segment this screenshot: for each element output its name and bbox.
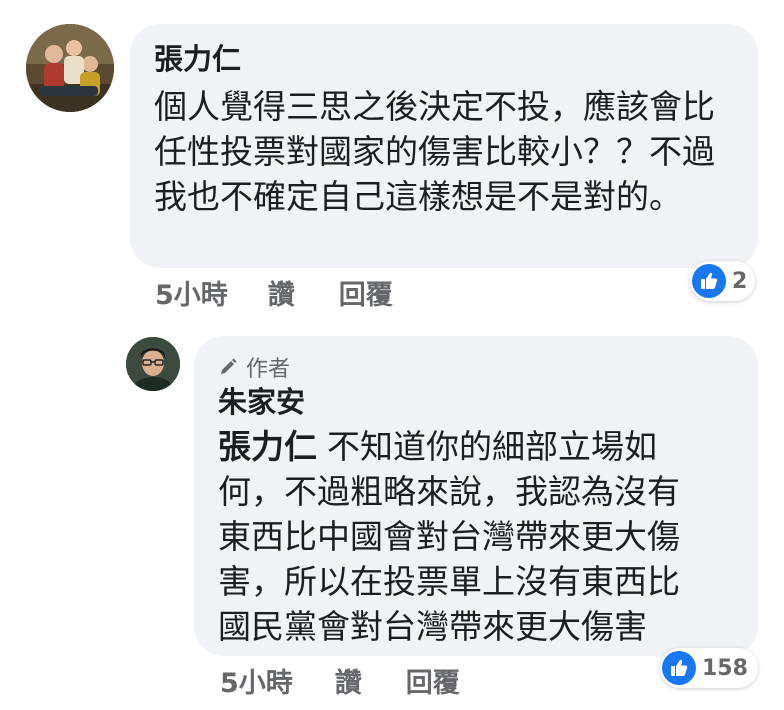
author-badge-label: 作者 <box>246 357 291 382</box>
reply-button[interactable]: 回覆 <box>339 273 393 312</box>
comment-actions: 5小時 讚 回覆 <box>155 272 393 312</box>
avatar-photo <box>126 337 180 391</box>
thumbs-up-icon <box>662 651 696 685</box>
reply-bubble: 作者 朱家安 張力仁 不知道你的細部立場如何，不過粗略來說，我認為沒有東西比中國會… <box>194 336 758 656</box>
author-badge: 作者 <box>218 350 734 384</box>
comment-text: 個人覺得三思之後決定不投，應該會比任性投票對國家的傷害比較小？？不過我也不確定自… <box>154 87 715 216</box>
comment-actions: 5小時 讚 回覆 <box>220 660 460 700</box>
comment-timestamp[interactable]: 5小時 <box>155 273 228 312</box>
comment-timestamp[interactable]: 5小時 <box>220 661 293 700</box>
thumbs-up-icon <box>692 264 726 298</box>
reaction-count: 158 <box>702 655 748 681</box>
mention-link[interactable]: 張力仁 <box>218 427 317 466</box>
avatar-zhu[interactable] <box>126 337 180 391</box>
pencil-icon <box>221 358 237 374</box>
reaction-summary[interactable]: 2 <box>690 261 756 301</box>
comment-author[interactable]: 張力仁 <box>154 40 734 78</box>
reply-button[interactable]: 回覆 <box>406 661 460 700</box>
avatar-zhang[interactable] <box>26 24 114 112</box>
reaction-count: 2 <box>732 268 748 294</box>
comment-author[interactable]: 朱家安 <box>218 384 734 420</box>
like-button[interactable]: 讚 <box>268 273 295 312</box>
avatar-photo <box>26 24 114 112</box>
comment-text: 張力仁 不知道你的細部立場如何，不過粗略來說，我認為沒有東西比中國會對台灣帶來更大… <box>218 424 708 649</box>
comment-bubble: 張力仁 個人覺得三思之後決定不投，應該會比任性投票對國家的傷害比較小？？不過我也… <box>130 24 758 268</box>
like-button[interactable]: 讚 <box>335 661 362 700</box>
reaction-summary[interactable]: 158 <box>660 648 758 688</box>
